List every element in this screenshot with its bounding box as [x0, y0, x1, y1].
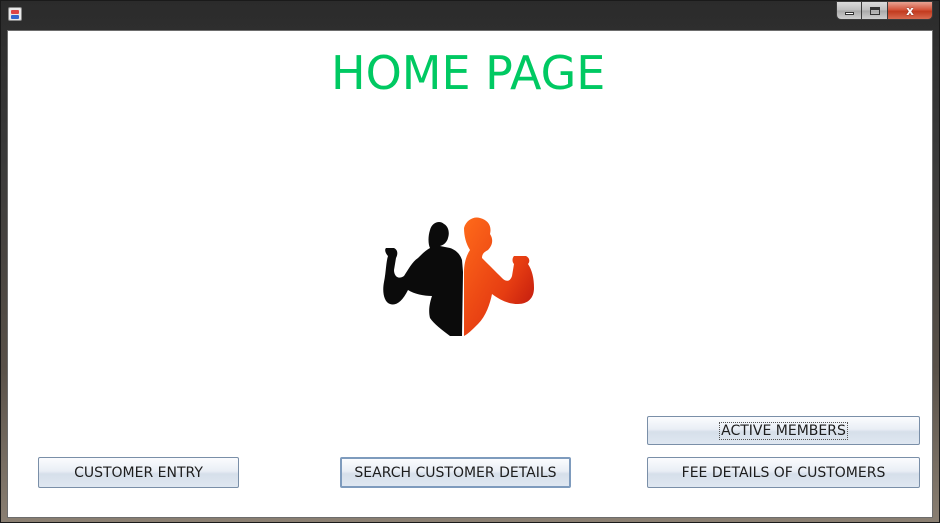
maximize-icon [869, 6, 880, 15]
close-icon: x [906, 3, 914, 18]
customer-entry-button[interactable]: CUSTOMER ENTRY [38, 457, 239, 488]
minimize-button[interactable] [836, 1, 862, 20]
page-title: HOME PAGE [331, 46, 606, 100]
maximize-button[interactable] [862, 1, 888, 20]
application-window: x HOME PAGE ACTIVE MEMBERS CUSTOMER ENTR… [0, 0, 940, 523]
title-bar[interactable]: x [1, 1, 940, 29]
fee-details-label: FEE DETAILS OF CUSTOMERS [681, 464, 886, 481]
customer-entry-label: CUSTOMER ENTRY [74, 464, 203, 481]
active-members-button[interactable]: ACTIVE MEMBERS [647, 416, 920, 445]
female-silhouette [464, 217, 534, 336]
home-panel: HOME PAGE ACTIVE MEMBERS CUSTOMER ENTRY … [7, 30, 933, 518]
search-customer-details-button[interactable]: SEARCH CUSTOMER DETAILS [340, 457, 571, 488]
minimize-icon [844, 12, 854, 15]
search-customer-details-label: SEARCH CUSTOMER DETAILS [354, 464, 557, 481]
male-silhouette [383, 222, 463, 336]
java-app-icon[interactable] [8, 7, 22, 21]
gym-logo [383, 217, 534, 336]
close-button[interactable]: x [888, 1, 933, 20]
active-members-label: ACTIVE MEMBERS [719, 421, 848, 440]
fee-details-button[interactable]: FEE DETAILS OF CUSTOMERS [647, 457, 920, 488]
window-controls: x [836, 1, 933, 20]
